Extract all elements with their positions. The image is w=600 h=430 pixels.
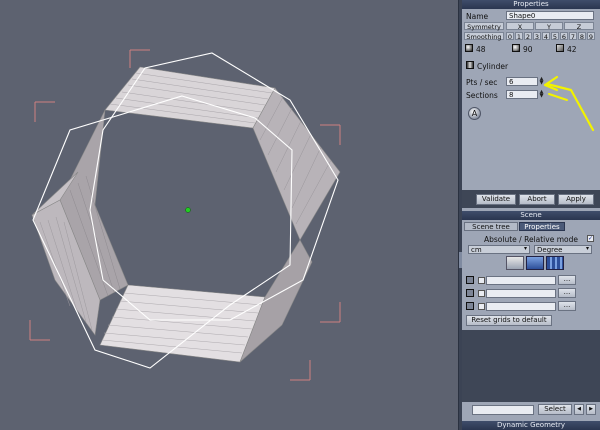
abort-button[interactable]: Abort xyxy=(519,194,555,205)
shape-type-label: Cylinder xyxy=(477,62,509,71)
pts-label: Pts / sec xyxy=(466,78,498,87)
apply-button[interactable]: Apply xyxy=(558,194,594,205)
link-icon[interactable] xyxy=(526,256,544,270)
smoothing-9[interactable]: 9 xyxy=(587,32,595,41)
count-1: 48 xyxy=(476,45,486,54)
cylinder-icon xyxy=(466,61,474,69)
right-panel: Properties Name Shape0 Symmetry X Y Z Sm… xyxy=(462,0,600,430)
name-label: Name xyxy=(466,12,489,21)
smoothing-3[interactable]: 3 xyxy=(533,32,541,41)
scroll-left-button[interactable]: ◀ xyxy=(574,404,584,415)
symmetry-y[interactable]: Y xyxy=(535,22,563,31)
count-2: 90 xyxy=(523,45,533,54)
angle-select[interactable]: Degree xyxy=(534,245,592,254)
tab-properties[interactable]: Properties xyxy=(519,222,565,231)
dynamic-geometry-title[interactable]: Dynamic Geometry xyxy=(462,421,600,430)
grid-browse-2[interactable]: ... xyxy=(558,288,576,298)
symmetry-label[interactable]: Symmetry xyxy=(464,22,504,31)
smoothing-7[interactable]: 7 xyxy=(569,32,577,41)
3d-viewport[interactable] xyxy=(0,0,458,430)
grid-icon[interactable] xyxy=(546,256,564,270)
pts-input[interactable]: 6 xyxy=(506,77,538,86)
validate-button[interactable]: Validate xyxy=(476,194,516,205)
grid-browse-3[interactable]: ... xyxy=(558,301,576,311)
symmetry-z[interactable]: Z xyxy=(564,22,594,31)
symmetry-x[interactable]: X xyxy=(506,22,534,31)
sphere-icon xyxy=(465,44,473,52)
smoothing-5[interactable]: 5 xyxy=(551,32,559,41)
smoothing-0[interactable]: 0 xyxy=(506,32,514,41)
reset-grids-button[interactable]: Reset grids to default xyxy=(466,315,552,326)
axis-icon-2 xyxy=(466,289,474,297)
grid-field-3[interactable] xyxy=(486,302,556,311)
grid-checkbox-3[interactable] xyxy=(478,303,485,310)
cursor-icon[interactable]: A xyxy=(468,107,481,120)
grid-field-2[interactable] xyxy=(486,289,556,298)
unit-chevron-down-icon: ▾ xyxy=(524,245,528,252)
paint-tool-icon[interactable] xyxy=(506,256,524,270)
smoothing-2[interactable]: 2 xyxy=(524,32,532,41)
annotation-arrow xyxy=(543,75,595,132)
grid-field-1[interactable] xyxy=(486,276,556,285)
pivot-point[interactable] xyxy=(185,207,191,213)
name-field[interactable]: Shape0 xyxy=(506,11,594,20)
tube-bottom-face xyxy=(99,284,266,363)
axis-icon xyxy=(466,276,474,284)
grid-checkbox-2[interactable] xyxy=(478,290,485,297)
scene-title: Scene xyxy=(462,211,600,220)
scene-empty-area xyxy=(462,330,600,402)
sections-input[interactable]: 8 xyxy=(506,90,538,99)
grid-browse-1[interactable]: ... xyxy=(558,275,576,285)
scene-drawing xyxy=(29,49,341,381)
angle-chevron-down-icon: ▾ xyxy=(586,245,590,252)
cube-icon xyxy=(556,44,564,52)
smoothing-label[interactable]: Smoothing xyxy=(464,32,504,41)
mode-label: Absolute / Relative mode xyxy=(484,235,578,244)
count-3: 42 xyxy=(567,45,577,54)
properties-title: Properties xyxy=(462,0,600,9)
select-input[interactable] xyxy=(472,405,534,415)
unit-select[interactable]: cm xyxy=(468,245,530,254)
axis-icon-3 xyxy=(466,302,474,310)
object-icon xyxy=(512,44,520,52)
sections-label: Sections xyxy=(466,91,498,100)
smoothing-6[interactable]: 6 xyxy=(560,32,568,41)
select-button[interactable]: Select xyxy=(538,404,572,415)
grid-checkbox-1[interactable] xyxy=(478,277,485,284)
smoothing-1[interactable]: 1 xyxy=(515,32,523,41)
smoothing-8[interactable]: 8 xyxy=(578,32,586,41)
tab-scene-tree[interactable]: Scene tree xyxy=(464,222,518,231)
mode-checkbox[interactable]: ✓ xyxy=(587,235,594,242)
scroll-right-button[interactable]: ▶ xyxy=(586,404,596,415)
smoothing-4[interactable]: 4 xyxy=(542,32,550,41)
